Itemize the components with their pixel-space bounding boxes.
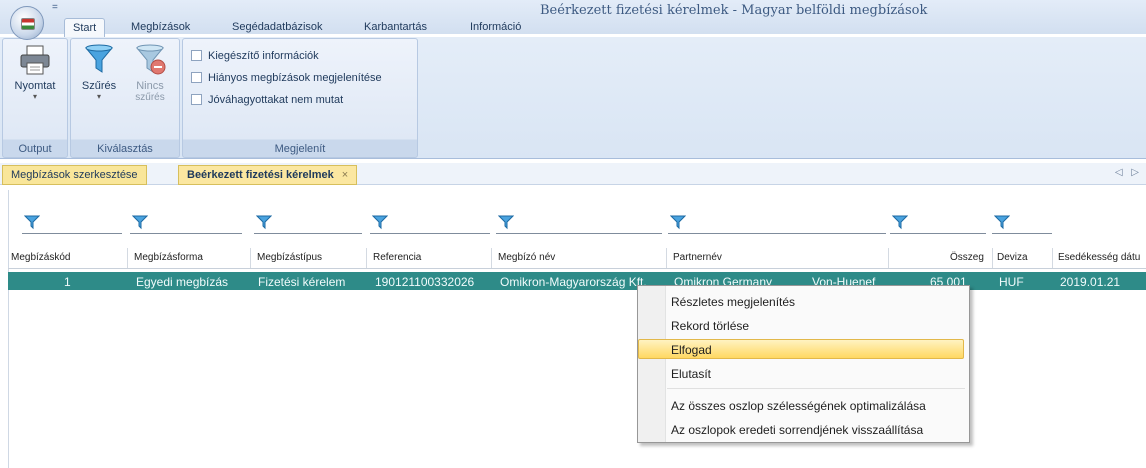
checkbox-incomplete-orders-label: Hiányos megbízások megjelenítése bbox=[208, 71, 382, 84]
column-separator[interactable] bbox=[250, 248, 251, 268]
funnel-icon[interactable] bbox=[891, 214, 909, 233]
filter-cell-partner[interactable] bbox=[668, 212, 886, 234]
cell-code[interactable]: 1 bbox=[64, 275, 71, 289]
cell-reference[interactable]: 190121100332026 bbox=[375, 275, 474, 289]
funnel-icon[interactable] bbox=[131, 214, 149, 233]
no-filter-button[interactable]: Nincs szűrés bbox=[125, 43, 175, 103]
filter-cell-principal[interactable] bbox=[496, 212, 662, 234]
filter-button-label: Szűrés bbox=[81, 80, 117, 92]
column-separator[interactable] bbox=[888, 248, 889, 268]
column-separator[interactable] bbox=[666, 248, 667, 268]
checkbox-extra-info-label: Kiegészítő információk bbox=[208, 49, 319, 62]
print-button[interactable]: Nyomtat ▾ bbox=[5, 43, 65, 101]
menu-separator bbox=[667, 388, 965, 389]
doctab-edit-orders[interactable]: Megbízások szerkesztése bbox=[2, 165, 147, 185]
menu-item-detailed-view[interactable]: Részletes megjelenítés bbox=[671, 295, 795, 309]
column-separator[interactable] bbox=[127, 248, 128, 268]
ribbon-tabs: Start Megbízások Segédadatbázisok Karban… bbox=[0, 16, 1146, 37]
group-selection-label: Kiválasztás bbox=[97, 143, 153, 155]
column-separator[interactable] bbox=[992, 248, 993, 268]
cell-due-date[interactable]: 2019.01.21 bbox=[1060, 275, 1120, 289]
group-display: Kiegészítő információk Hiányos megbízáso… bbox=[182, 38, 418, 158]
remove-filter-icon bbox=[135, 44, 166, 75]
funnel-icon[interactable] bbox=[255, 214, 273, 233]
funnel-icon[interactable] bbox=[497, 214, 515, 233]
filter-cell-type[interactable] bbox=[254, 212, 362, 234]
column-separator[interactable] bbox=[491, 248, 492, 268]
tab-segedadatbazisok[interactable]: Segédadatbázisok bbox=[224, 18, 331, 37]
column-header-partner[interactable]: Partnernév bbox=[673, 252, 722, 263]
column-header-code[interactable]: Megbízáskód bbox=[11, 252, 70, 263]
cell-form[interactable]: Egyedi megbízás bbox=[136, 275, 228, 289]
group-output: Nyomtat ▾ Output bbox=[2, 38, 68, 158]
group-output-label: Output bbox=[18, 143, 52, 155]
filter-cell-code[interactable] bbox=[22, 212, 122, 234]
column-header-form[interactable]: Megbízásforma bbox=[134, 252, 203, 263]
funnel-icon[interactable] bbox=[669, 214, 687, 233]
dropdown-arrow-icon: ▾ bbox=[32, 92, 37, 101]
group-display-label: Megjelenít bbox=[274, 143, 326, 155]
column-header-reference[interactable]: Referencia bbox=[373, 252, 421, 263]
tab-scroll-arrows-icon[interactable]: ◁ ▷ bbox=[1115, 167, 1142, 178]
column-separator[interactable] bbox=[366, 248, 367, 268]
print-button-label: Nyomtat bbox=[14, 80, 56, 92]
cell-type[interactable]: Fizetési kérelem bbox=[258, 275, 345, 289]
tab-informacio[interactable]: Információ bbox=[462, 18, 529, 37]
column-header-type[interactable]: Megbízástípus bbox=[257, 252, 322, 263]
no-filter-label-line1: Nincs bbox=[136, 80, 164, 92]
doctab-incoming-requests[interactable]: Beérkezett fizetési kérelmek × bbox=[178, 165, 358, 185]
tab-karbantartas[interactable]: Karbantartás bbox=[356, 18, 435, 37]
column-header-due-date[interactable]: Esedékesség dátu bbox=[1058, 252, 1140, 263]
close-icon[interactable]: × bbox=[342, 169, 348, 181]
checkbox-incomplete-orders[interactable]: Hiányos megbízások megjelenítése bbox=[191, 69, 382, 86]
menu-item-delete-record[interactable]: Rekord törlése bbox=[671, 319, 749, 333]
document-tabs: Megbízások szerkesztése Beérkezett fizet… bbox=[0, 163, 1146, 185]
application-menu-button[interactable] bbox=[10, 6, 44, 40]
funnel-icon[interactable] bbox=[23, 214, 41, 233]
menu-item-optimize-column-widths[interactable]: Az összes oszlop szélességének optimaliz… bbox=[671, 399, 926, 413]
checkbox-hide-approved[interactable]: Jóváhagyottakat nem mutat bbox=[191, 91, 343, 108]
filter-button[interactable]: Szűrés ▾ bbox=[75, 43, 123, 101]
filter-cell-currency[interactable] bbox=[992, 212, 1052, 234]
checkbox-icon bbox=[191, 50, 202, 61]
menu-item-accept[interactable]: Elfogad bbox=[671, 343, 712, 357]
dropdown-arrow-icon: ▾ bbox=[96, 92, 101, 101]
quick-access-toolbar[interactable]: = bbox=[52, 2, 58, 13]
checkbox-icon bbox=[191, 72, 202, 83]
context-menu-icon-strip bbox=[638, 286, 666, 442]
hungarian-flag-icon bbox=[21, 18, 35, 30]
menu-item-restore-column-order[interactable]: Az oszlopok eredeti sorrendjének visszaá… bbox=[671, 423, 923, 437]
column-separator[interactable] bbox=[1052, 248, 1053, 268]
checkbox-hide-approved-label: Jóváhagyottakat nem mutat bbox=[208, 93, 344, 106]
no-filter-label-line2: szűrés bbox=[135, 92, 165, 103]
menu-item-reject[interactable]: Elutasít bbox=[671, 367, 711, 381]
column-header-amount[interactable]: Összeg bbox=[950, 252, 984, 263]
doctab-incoming-requests-label: Beérkezett fizetési kérelmek bbox=[187, 169, 334, 181]
filter-cell-amount[interactable] bbox=[890, 212, 986, 234]
filter-cell-form[interactable] bbox=[130, 212, 242, 234]
filter-cell-reference[interactable] bbox=[370, 212, 490, 234]
funnel-icon[interactable] bbox=[993, 214, 1011, 233]
tab-megbizasok[interactable]: Megbízások bbox=[123, 18, 198, 37]
header-divider bbox=[8, 268, 1146, 269]
funnel-icon[interactable] bbox=[371, 214, 389, 233]
tab-start[interactable]: Start bbox=[64, 18, 106, 37]
column-header-principal[interactable]: Megbízó név bbox=[498, 252, 555, 263]
printer-icon bbox=[20, 45, 50, 75]
funnel-icon bbox=[84, 44, 114, 73]
checkbox-extra-info[interactable]: Kiegészítő információk bbox=[191, 47, 319, 64]
checkbox-icon bbox=[191, 94, 202, 105]
group-selection: Szűrés ▾ Nincs szűrés Kiválasztás bbox=[70, 38, 180, 158]
column-header-currency[interactable]: Deviza bbox=[997, 252, 1028, 263]
cell-currency[interactable]: HUF bbox=[999, 275, 1024, 289]
cell-principal[interactable]: Omikron-Magyarország Kft. bbox=[500, 275, 647, 289]
